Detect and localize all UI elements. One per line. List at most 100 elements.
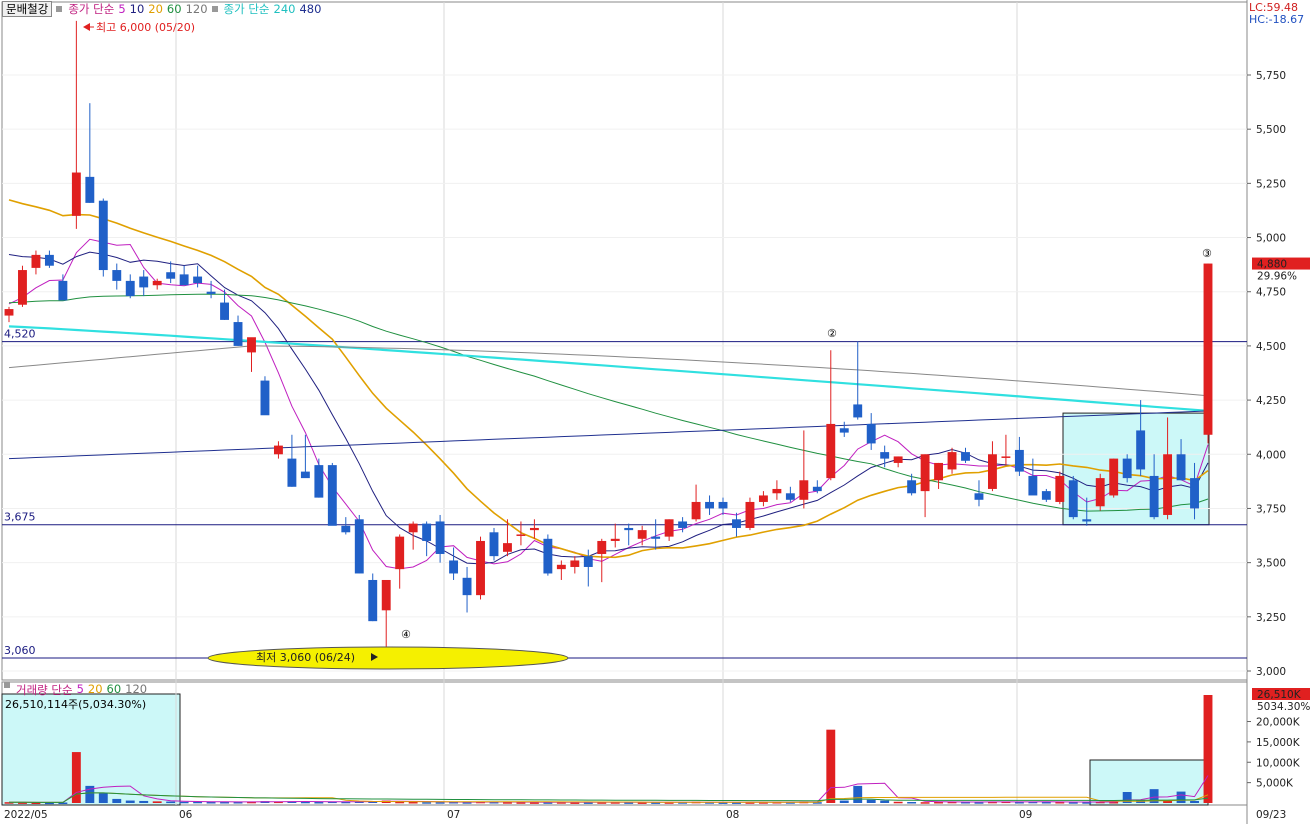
candle-body xyxy=(462,577,472,596)
candle-body xyxy=(247,337,256,353)
volume-bar xyxy=(139,800,149,803)
volume-bar xyxy=(880,800,890,803)
low-annotation: 최저 3,060 (06/24) xyxy=(256,651,355,664)
candle-body xyxy=(44,254,54,266)
price-panel xyxy=(1,0,1248,824)
ma-label: 종가 단순 xyxy=(68,2,115,16)
ma-label-2: 종가 단순 xyxy=(223,2,270,16)
current-change-label: 29.96% xyxy=(1257,271,1297,283)
price-axis: 3,000 3,250 3,500 3,750 4,000 4,250 4,500 4,750… xyxy=(1247,70,1310,678)
candle-body xyxy=(732,519,741,528)
candle-body xyxy=(1041,491,1051,500)
ma60-label: 60 xyxy=(166,2,182,16)
candle-body xyxy=(1014,449,1024,472)
volume-bar xyxy=(179,801,189,804)
candle-body xyxy=(651,536,661,539)
candle-body xyxy=(1190,478,1199,509)
marker-3: ③ xyxy=(1202,247,1212,260)
marker-4: ④ xyxy=(401,628,411,641)
price-tick-label: 3,250 xyxy=(1256,612,1286,624)
candle-body xyxy=(314,465,324,498)
candle-body xyxy=(705,501,714,509)
candle-body xyxy=(489,532,499,557)
ma240-label: 240 xyxy=(273,2,296,16)
hc-value: HC:-18.67 xyxy=(1249,13,1305,26)
volume-bar xyxy=(1176,791,1186,803)
volume-bar xyxy=(422,802,432,804)
volume-bar xyxy=(112,798,122,803)
candle-body xyxy=(570,560,580,567)
price-tick-label: 5,500 xyxy=(1256,124,1286,136)
candle-body xyxy=(866,423,876,444)
candle-body xyxy=(381,579,391,611)
candle-body xyxy=(1082,519,1092,522)
candle-body xyxy=(745,501,755,528)
candle-body xyxy=(503,543,512,552)
high-annotation: 최고 6,000 (05/20) xyxy=(96,21,195,34)
candle-body xyxy=(1095,478,1105,507)
volume-bar xyxy=(125,800,135,803)
price-tick-label: 4,500 xyxy=(1256,341,1286,353)
candle-body xyxy=(193,276,203,284)
date-axis: 2022/05 06 07 08 09 09/23 xyxy=(4,809,1286,821)
volume-bar xyxy=(839,800,849,803)
stock-name[interactable]: 문배철강 xyxy=(2,1,53,17)
candle-body xyxy=(395,536,405,570)
candle-body xyxy=(287,458,297,487)
candle-body xyxy=(880,452,890,459)
price-tick-label: 3,500 xyxy=(1256,558,1286,570)
candle-body xyxy=(220,302,229,320)
price-tick-label: 3,750 xyxy=(1256,503,1286,515)
candle-body xyxy=(556,564,566,570)
candle-body xyxy=(4,309,14,316)
price-frame xyxy=(1,1,1248,681)
candle-body xyxy=(233,322,243,346)
candle-body xyxy=(354,519,364,574)
level-label: 3,675 xyxy=(4,511,36,524)
volume-frame xyxy=(1,681,1248,806)
candle-body xyxy=(893,456,903,463)
candle-body xyxy=(18,270,27,305)
volume-bar xyxy=(98,792,108,803)
candle-body xyxy=(799,480,809,500)
candle-body xyxy=(260,380,270,416)
candle-body xyxy=(947,452,957,470)
volume-tick-label: 20,000K xyxy=(1256,717,1301,729)
candle-body xyxy=(1109,458,1119,496)
volume-axis: 5,000K 10,000K 15,000K 20,000K 26,510K5034.3… xyxy=(1247,688,1310,790)
candle-body xyxy=(637,530,647,539)
ma5-label: 5 xyxy=(118,2,126,16)
candle-body xyxy=(273,445,283,455)
legend-square-icon-2 xyxy=(211,6,218,12)
candle-body xyxy=(1068,480,1078,518)
candle-body xyxy=(1028,475,1038,496)
price-tick-label: 4,250 xyxy=(1256,395,1286,407)
candle-body xyxy=(1136,430,1146,470)
candle-body xyxy=(31,254,41,268)
candle-body xyxy=(152,280,162,286)
volume-tick-label: 10,000K xyxy=(1256,757,1301,769)
candle-body xyxy=(529,527,539,531)
candle-body xyxy=(839,428,849,433)
candle-body xyxy=(583,556,593,567)
candle-body xyxy=(624,527,634,531)
candle-body xyxy=(597,540,607,554)
candle-body xyxy=(125,280,135,297)
date-label: 09 xyxy=(1019,809,1032,821)
current-volume-change: 5034.30% xyxy=(1257,701,1310,713)
candle-body xyxy=(610,538,620,541)
volume-tick-label: 15,000K xyxy=(1256,737,1301,749)
volume-bar xyxy=(907,801,917,804)
current-volume-label: 26,510K xyxy=(1257,689,1302,701)
price-tick-label: 4,000 xyxy=(1256,449,1286,461)
volume-bar xyxy=(166,801,176,804)
candle-body xyxy=(449,560,459,574)
candle-body xyxy=(435,521,445,554)
candle-body xyxy=(166,272,176,279)
volume-bar xyxy=(920,802,930,804)
volume-bar xyxy=(1203,695,1213,803)
candle-body xyxy=(516,534,526,536)
candle-body xyxy=(1122,458,1132,479)
level-label: 4,520 xyxy=(4,328,36,341)
price-tick-label: 5,000 xyxy=(1256,233,1286,245)
